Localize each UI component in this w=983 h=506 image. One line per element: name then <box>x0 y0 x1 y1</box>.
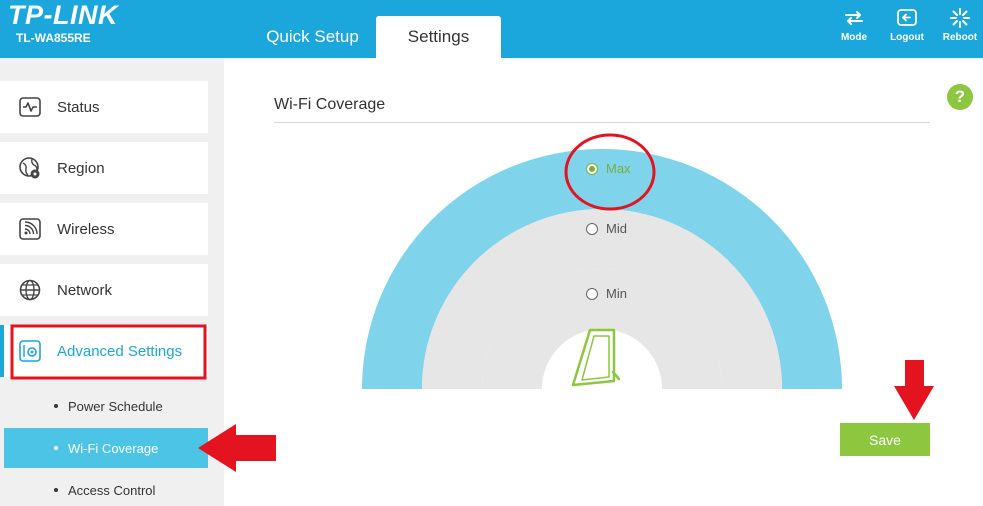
sub-item-access-control[interactable]: Access Control <box>4 470 208 506</box>
sidebar-item-label: Region <box>57 159 105 177</box>
bullet-icon <box>54 488 58 492</box>
radio-button[interactable] <box>586 222 598 235</box>
logout-button[interactable]: Logout <box>885 8 929 48</box>
mode-button[interactable]: Mode <box>832 8 876 48</box>
sidebar-item-label: Network <box>57 281 113 299</box>
mode-label: Mode <box>840 32 868 43</box>
logout-icon <box>897 9 917 26</box>
brand-logo: TP-LINK <box>8 0 118 30</box>
sidebar-item-region[interactable]: Region <box>0 142 208 194</box>
active-indicator <box>0 325 4 377</box>
bullet-icon <box>54 404 58 408</box>
sidebar-item-label: Advanced Settings <box>57 342 183 360</box>
network-icon <box>19 279 41 301</box>
sidebar-item-status[interactable]: Status <box>0 81 208 133</box>
radio-mid[interactable]: Mid <box>586 221 627 236</box>
advanced-settings-icon <box>19 340 41 362</box>
radio-max[interactable]: Max <box>586 161 631 176</box>
sidebar-item-wireless[interactable]: Wireless <box>0 203 208 255</box>
title-divider <box>274 122 930 123</box>
reboot-button[interactable]: Reboot <box>938 8 982 48</box>
page-title: Wi-Fi Coverage <box>274 96 386 113</box>
sub-item-label: Power Schedule <box>68 398 163 414</box>
max-range-arc[interactable] <box>362 149 842 389</box>
sidebar-item-label: Wireless <box>57 220 115 238</box>
radio-label: Min <box>606 286 627 301</box>
sub-item-label: Access Control <box>68 482 156 498</box>
sub-item-power-schedule[interactable]: Power Schedule <box>4 386 208 426</box>
wireless-icon <box>19 218 41 240</box>
router-admin-page: TP-LINK TL-WA855RE Quick Setup Settings … <box>0 0 983 506</box>
arrow-down-icon <box>894 360 934 420</box>
radio-button[interactable] <box>586 162 598 175</box>
logout-label: Logout <box>890 32 924 43</box>
sub-item-wifi-coverage[interactable]: Wi-Fi Coverage <box>4 428 208 468</box>
bullet-icon <box>54 446 58 450</box>
tab-quick-setup[interactable]: Quick Setup <box>250 16 375 58</box>
tab-settings[interactable]: Settings <box>376 16 501 58</box>
save-button[interactable]: Save <box>840 423 930 456</box>
range-extender-device-icon <box>571 328 621 387</box>
region-icon <box>19 157 40 179</box>
mode-icon <box>845 11 863 25</box>
sidebar-item-label: Status <box>57 98 100 116</box>
reboot-label: Reboot <box>942 32 978 43</box>
sidebar: Status Region Wireless Network Advanced … <box>0 58 224 506</box>
radio-button[interactable] <box>586 287 598 300</box>
sidebar-item-advanced-settings[interactable]: Advanced Settings <box>0 325 208 377</box>
sub-item-label: Wi-Fi Coverage <box>68 440 159 456</box>
radio-min[interactable]: Min <box>586 286 627 301</box>
reboot-icon <box>950 8 970 28</box>
top-header: TP-LINK TL-WA855RE Quick Setup Settings … <box>0 0 983 58</box>
radio-label: Max <box>606 161 631 176</box>
radio-label: Mid <box>606 221 627 236</box>
status-icon <box>19 97 41 117</box>
help-icon[interactable]: ? <box>947 84 973 110</box>
sidebar-item-network[interactable]: Network <box>0 264 208 316</box>
model-name: TL-WA855RE <box>16 31 91 45</box>
